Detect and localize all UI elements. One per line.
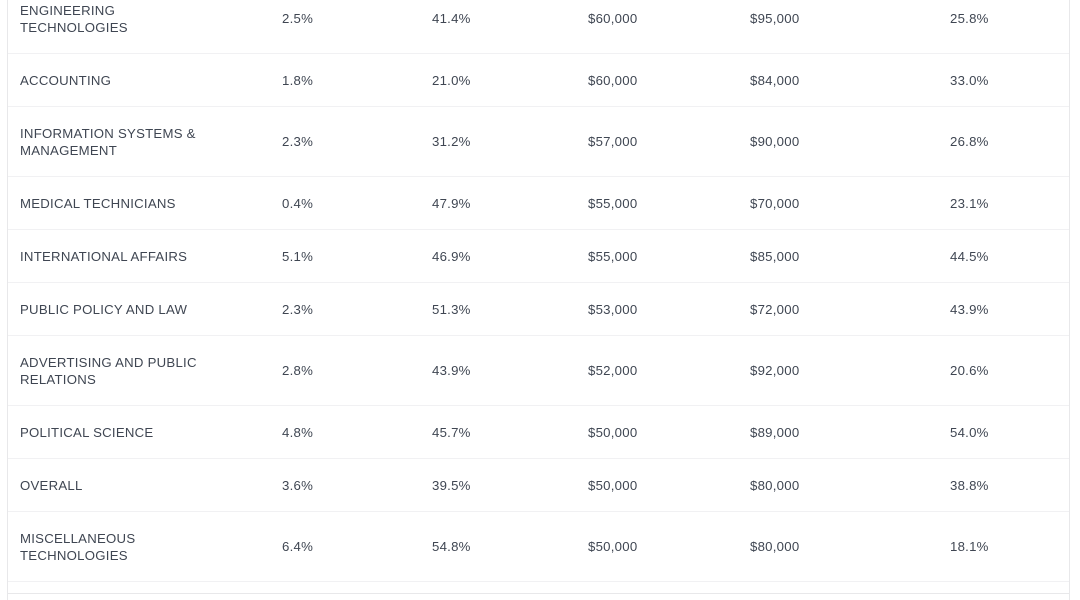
table-cell-underemployment: 54.8% (432, 539, 471, 554)
table-cell-share: 5.1% (282, 248, 314, 264)
table-cell-early-career: $55,000 (588, 248, 638, 264)
table-cell-grad-degree: 26.8% (950, 134, 989, 149)
table-row[interactable]: INTERNATIONAL AFFAIRS 5.1% 46.9% $55,000 $85… (8, 230, 1069, 283)
table-right-border (1069, 0, 1070, 600)
table-cell-grad-degree: 38.8% (950, 477, 989, 493)
table-cell-share: 4.8% (282, 424, 314, 440)
table-cell-grad-degree: 20.6% (950, 363, 989, 378)
table-cell-mid-career: $80,000 (750, 539, 800, 554)
table-cell-underemployment: 47.9% (432, 195, 471, 211)
table-cell-share: 3.6% (282, 477, 314, 493)
table-cell-early-career: $50,000 (588, 424, 638, 440)
table-cell-underemployment: 41.4% (432, 11, 471, 26)
table-row[interactable]: PUBLIC POLICY AND LAW 2.3% 51.3% $53,000 $72… (8, 283, 1069, 336)
table-cell-major: MEDICAL TECHNICIANS (20, 195, 176, 211)
table-cell-early-career: $53,000 (588, 301, 638, 317)
table-cell-share: 2.3% (282, 301, 314, 317)
table-cell-major: OVERALL (20, 477, 83, 493)
table-cell-underemployment: 46.9% (432, 248, 471, 264)
table-cell-mid-career: $70,000 (750, 195, 800, 211)
table-row[interactable]: MEDICAL TECHNICIANS 0.4% 47.9% $55,000 $70,0… (8, 177, 1069, 230)
table-cell-share: 1.8% (282, 72, 314, 88)
table-cell-major: POLITICAL SCIENCE (20, 424, 154, 440)
table-cell-underemployment: 45.7% (432, 424, 471, 440)
table-row[interactable]: ADVERTISING AND PUBLIC RELATIONS 2.8% 43.9… (8, 336, 1069, 406)
table-cell-mid-career: $85,000 (750, 248, 800, 264)
table-cell-early-career: $52,000 (588, 363, 638, 378)
table-cell-early-career: $50,000 (588, 477, 638, 493)
table-cell-share: 2.5% (282, 11, 314, 26)
table-row[interactable]: ACCOUNTING 1.8% 21.0% $60,000 $84,000 33.0% (8, 54, 1069, 107)
table-row[interactable]: OVERALL 3.6% 39.5% $50,000 $80,000 38.8% (8, 459, 1069, 512)
table-row[interactable]: INFORMATION SYSTEMS & MANAGEMENT 2.3% 31.2… (8, 107, 1069, 177)
table-cell-grad-degree: 44.5% (950, 248, 989, 264)
table-cell-mid-career: $80,000 (750, 477, 800, 493)
table-cell-major: ACCOUNTING (20, 72, 112, 88)
table-row[interactable]: MISCELLANEOUS TECHNOLOGIES 6.4% 54.8% $50,0… (8, 512, 1069, 582)
table-cell-early-career: $50,000 (588, 539, 638, 554)
table-cell-major: ADVERTISING AND PUBLIC RELATIONS (20, 354, 197, 387)
table-cell-share: 6.4% (282, 539, 314, 554)
table-cell-grad-degree: 25.8% (950, 11, 989, 26)
table-row[interactable]: ENGINEERING TECHNOLOGIES 2.5% 41.4% $60,000… (8, 0, 1069, 54)
table-cell-early-career: $60,000 (588, 72, 638, 88)
table-cell-major: INTERNATIONAL AFFAIRS (20, 248, 188, 264)
table-cell-grad-degree: 54.0% (950, 424, 989, 440)
table-row[interactable]: POLITICAL SCIENCE 4.8% 45.7% $50,000 $89,000… (8, 406, 1069, 459)
table-cell-major: MISCELLANEOUS TECHNOLOGIES (20, 530, 136, 563)
table-cell-share: 2.8% (282, 363, 314, 378)
table-cell-share: 2.3% (282, 134, 314, 149)
table-cell-major: PUBLIC POLICY AND LAW (20, 301, 188, 317)
table-cell-mid-career: $95,000 (750, 11, 800, 26)
table-cell-underemployment: 21.0% (432, 72, 471, 88)
table-cell-underemployment: 43.9% (432, 363, 471, 378)
table-bottom-border (8, 593, 1069, 594)
table-cell-grad-degree: 43.9% (950, 301, 989, 317)
table-cell-major: INFORMATION SYSTEMS & MANAGEMENT (20, 125, 196, 158)
table-cell-mid-career: $84,000 (750, 72, 800, 88)
table-cell-grad-degree: 18.1% (950, 539, 989, 554)
table-cell-early-career: $55,000 (588, 195, 638, 211)
majors-data-table: ENGINEERING TECHNOLOGIES 2.5% 41.4% $60,000… (8, 0, 1069, 582)
table-cell-grad-degree: 33.0% (950, 72, 989, 88)
table-viewport: ENGINEERING TECHNOLOGIES 2.5% 41.4% $60,000… (0, 0, 1080, 600)
table-cell-mid-career: $89,000 (750, 424, 800, 440)
table-cell-mid-career: $90,000 (750, 134, 800, 149)
table-cell-mid-career: $92,000 (750, 363, 800, 378)
table-cell-underemployment: 31.2% (432, 134, 471, 149)
table-cell-early-career: $60,000 (588, 11, 638, 26)
table-cell-mid-career: $72,000 (750, 301, 800, 317)
table-cell-early-career: $57,000 (588, 134, 638, 149)
table-cell-underemployment: 51.3% (432, 301, 471, 317)
table-cell-grad-degree: 23.1% (950, 195, 989, 211)
table-cell-underemployment: 39.5% (432, 477, 471, 493)
table-cell-major: ENGINEERING TECHNOLOGIES (20, 2, 128, 35)
table-cell-share: 0.4% (282, 195, 314, 211)
